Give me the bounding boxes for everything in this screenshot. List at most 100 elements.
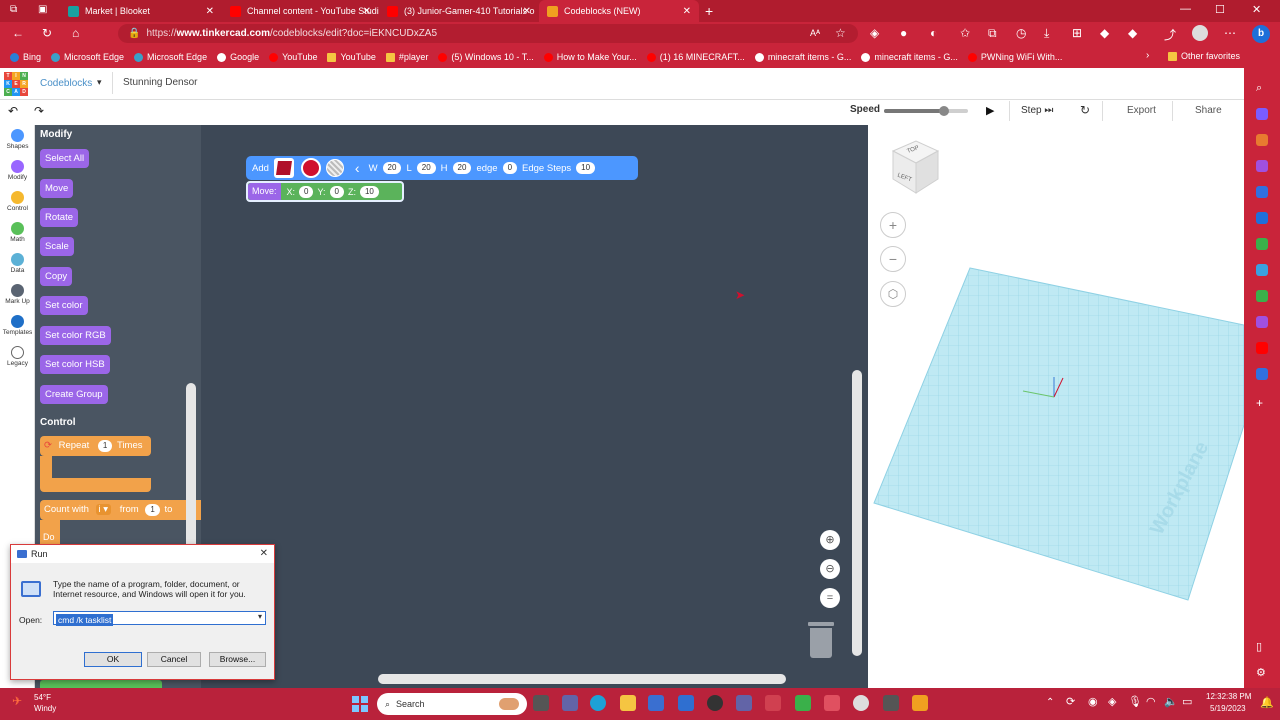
- reset-icon[interactable]: ↻: [1080, 103, 1090, 117]
- tray-icon[interactable]: ⟳: [1066, 695, 1075, 708]
- block-rotate[interactable]: Rotate: [40, 208, 78, 227]
- extension-icon[interactable]: ◆: [1100, 26, 1109, 40]
- zoom-in-icon[interactable]: ⊕: [820, 530, 840, 550]
- favorites-icon[interactable]: ✩: [960, 26, 970, 40]
- width-input[interactable]: 20: [382, 162, 402, 174]
- bookmark-item[interactable]: Google: [217, 52, 259, 62]
- length-input[interactable]: 20: [416, 162, 436, 174]
- close-icon[interactable]: ✕: [683, 6, 691, 17]
- weather-temp[interactable]: 54°F: [34, 693, 51, 702]
- height-input[interactable]: 20: [452, 162, 472, 174]
- tray-icon[interactable]: ◉: [1088, 695, 1098, 708]
- bookmark-item[interactable]: minecraft items - G...: [754, 52, 851, 62]
- downloads-icon[interactable]: ⤓: [1044, 26, 1049, 41]
- bookmark-item[interactable]: Microsoft Edge: [51, 52, 124, 62]
- extension-icon[interactable]: [1256, 290, 1268, 302]
- category-mark-up[interactable]: Mark Up: [0, 284, 35, 305]
- games-icon[interactable]: [1256, 160, 1268, 172]
- add-icon[interactable]: +: [1256, 396, 1268, 410]
- app-icon[interactable]: [765, 695, 781, 711]
- start-icon[interactable]: [352, 696, 368, 712]
- extension-icon[interactable]: [1256, 238, 1268, 250]
- file-explorer-icon[interactable]: [620, 695, 636, 711]
- speed-slider[interactable]: [884, 106, 968, 116]
- url-input[interactable]: 🔒 https://www.tinkercad.com/codeblocks/ed…: [118, 24, 858, 43]
- history-icon[interactable]: ◷: [1016, 26, 1026, 40]
- block-count-with[interactable]: Count with i ▾ from 1 to: [40, 500, 201, 520]
- app-icon[interactable]: [795, 695, 811, 711]
- office-icon[interactable]: [1256, 186, 1268, 198]
- chevron-down-icon[interactable]: ▾: [97, 77, 102, 88]
- outlook-icon[interactable]: [1256, 212, 1268, 224]
- tab-actions-icon[interactable]: ▣: [38, 4, 47, 15]
- minimize-icon[interactable]: —: [1180, 3, 1191, 15]
- y-input[interactable]: 0: [329, 185, 344, 198]
- zoom-out-icon[interactable]: ⊖: [820, 559, 840, 579]
- read-aloud-icon[interactable]: Aᴬ: [810, 28, 820, 38]
- telegram-icon[interactable]: [1256, 264, 1268, 276]
- battery-icon[interactable]: ▭: [1182, 695, 1192, 708]
- mail-icon[interactable]: [648, 695, 664, 711]
- sidebar-toggle-icon[interactable]: ▯: [1256, 640, 1268, 653]
- teams-icon[interactable]: [736, 695, 752, 711]
- bookmark-item[interactable]: #player: [385, 52, 428, 62]
- tab-junior-gamer[interactable]: (3) Junior-Gamer-410 Tutorials o ✕: [379, 0, 539, 22]
- export-button[interactable]: Export: [1127, 105, 1156, 116]
- view-zoom-out-icon[interactable]: −: [880, 246, 906, 272]
- close-icon[interactable]: ✕: [363, 6, 371, 17]
- count-var-dropdown[interactable]: i ▾: [95, 504, 112, 515]
- close-icon[interactable]: ✕: [206, 6, 214, 17]
- block-set-color[interactable]: Set color: [40, 296, 88, 315]
- bookmark-item[interactable]: Microsoft Edge: [134, 52, 207, 62]
- count-from-input[interactable]: 1: [145, 504, 160, 516]
- close-icon[interactable]: ✕: [260, 545, 268, 563]
- refresh-icon[interactable]: ↻: [42, 26, 52, 40]
- notifications-icon[interactable]: 🔔: [1260, 696, 1274, 709]
- edge-steps-input[interactable]: 10: [576, 162, 596, 174]
- tools-icon[interactable]: [1256, 134, 1268, 146]
- category-shapes[interactable]: Shapes: [0, 129, 35, 150]
- block-set-color-hsb[interactable]: Set color HSB: [40, 355, 110, 374]
- bookmark-item[interactable]: (1) 16 MINECRAFT...: [646, 52, 745, 62]
- 3d-viewport[interactable]: [868, 125, 1245, 688]
- undo-icon[interactable]: ↶: [8, 104, 18, 118]
- translator-icon[interactable]: [1256, 368, 1268, 380]
- extension-icon[interactable]: [1256, 316, 1268, 328]
- block-copy[interactable]: Copy: [40, 267, 73, 286]
- calculator-icon[interactable]: [883, 695, 899, 711]
- chevron-down-icon[interactable]: ▾: [258, 612, 262, 621]
- category-control[interactable]: Control: [0, 191, 35, 212]
- extension-icon[interactable]: ◆: [1128, 26, 1137, 40]
- x-input[interactable]: 0: [299, 185, 314, 198]
- zoom-reset-icon[interactable]: =: [820, 588, 840, 608]
- chevron-up-icon[interactable]: ⌃: [1046, 697, 1054, 708]
- tab-blooket[interactable]: Market | Blooket ✕: [60, 0, 222, 22]
- hole-toggle-icon[interactable]: [325, 159, 344, 177]
- tab-youtube-studio[interactable]: Channel content - YouTube Studio ✕: [222, 0, 379, 22]
- task-view-icon[interactable]: [533, 695, 549, 711]
- block-repeat[interactable]: ⟳ Repeat 1 Times: [40, 436, 151, 456]
- category-modify[interactable]: Modify: [0, 160, 35, 181]
- design-name[interactable]: Stunning Densor: [123, 77, 198, 88]
- block-set-color-rgb[interactable]: Set color RGB: [40, 326, 111, 345]
- box-shape-icon[interactable]: [273, 158, 294, 178]
- bookmark-item[interactable]: minecraft items - G...: [861, 52, 958, 62]
- collections-icon[interactable]: ⧉: [988, 26, 997, 41]
- tray-icon[interactable]: ◈: [1108, 695, 1116, 708]
- extension-icon[interactable]: ◐: [930, 26, 937, 40]
- weather-icon[interactable]: ✈: [12, 694, 22, 708]
- bing-chat-icon[interactable]: b: [1252, 25, 1270, 43]
- browse-button[interactable]: Browse...: [209, 652, 266, 667]
- maximize-icon[interactable]: ☐: [1215, 3, 1225, 16]
- extension-icon[interactable]: ◈: [870, 26, 879, 40]
- youtube-icon[interactable]: [1256, 342, 1268, 354]
- tinkercad-app-icon[interactable]: [912, 695, 928, 711]
- category-data[interactable]: Data: [0, 253, 35, 274]
- alien-app-icon[interactable]: [853, 695, 869, 711]
- bookmark-item[interactable]: PWNing WiFi With...: [967, 52, 1062, 62]
- more-menu-icon[interactable]: ⋯: [1224, 26, 1236, 40]
- bookmark-item[interactable]: YouTube: [269, 52, 317, 62]
- bookmark-item[interactable]: (5) Windows 10 - T...: [438, 52, 534, 62]
- weather-condition[interactable]: Windy: [34, 704, 56, 713]
- repeat-count-input[interactable]: 1: [97, 440, 113, 452]
